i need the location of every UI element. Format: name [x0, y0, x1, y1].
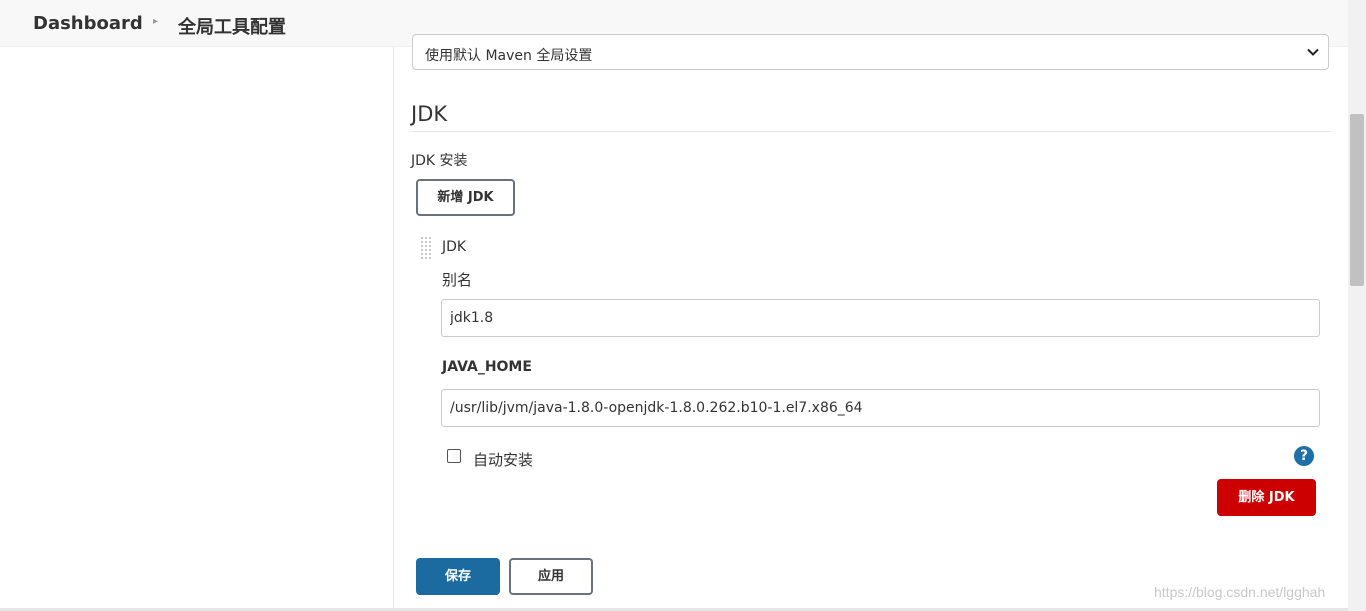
auto-install-label[interactable]: 自动安装 [473, 449, 533, 470]
jdk-section-title: JDK [411, 102, 448, 126]
chevron-down-icon [1307, 48, 1319, 56]
apply-button[interactable]: 应用 [509, 558, 593, 595]
scrollbar-thumb[interactable] [1350, 114, 1364, 286]
side-panel-divider [393, 47, 394, 611]
jdk-install-label: JDK 安装 [411, 153, 468, 169]
watermark-text: https://blog.csdn.net/lgghah [1154, 584, 1326, 600]
auto-install-checkbox[interactable] [447, 449, 461, 463]
save-button[interactable]: 保存 [416, 558, 500, 595]
add-jdk-button[interactable]: 新增 JDK [416, 179, 515, 216]
maven-settings-select[interactable]: 使用默认 Maven 全局设置 [412, 34, 1329, 70]
jdk-item-title: JDK [442, 239, 467, 255]
breadcrumb-dashboard-link[interactable]: Dashboard [33, 13, 143, 34]
maven-settings-selected-value: 使用默认 Maven 全局设置 [425, 48, 593, 64]
delete-jdk-button[interactable]: 删除 JDK [1217, 479, 1316, 516]
java-home-label: JAVA_HOME [442, 359, 532, 375]
help-icon[interactable]: ? [1294, 446, 1314, 466]
breadcrumb-current-page: 全局工具配置 [178, 17, 286, 38]
scrollbar-track[interactable] [1348, 0, 1366, 611]
alias-label: 别名 [442, 271, 473, 289]
side-panel [0, 47, 393, 611]
alias-input[interactable] [441, 299, 1320, 337]
drag-handle-icon[interactable] [420, 236, 433, 260]
section-divider [411, 131, 1331, 132]
java-home-input[interactable] [441, 389, 1320, 427]
breadcrumb-separator-icon: ▸ [153, 16, 159, 27]
